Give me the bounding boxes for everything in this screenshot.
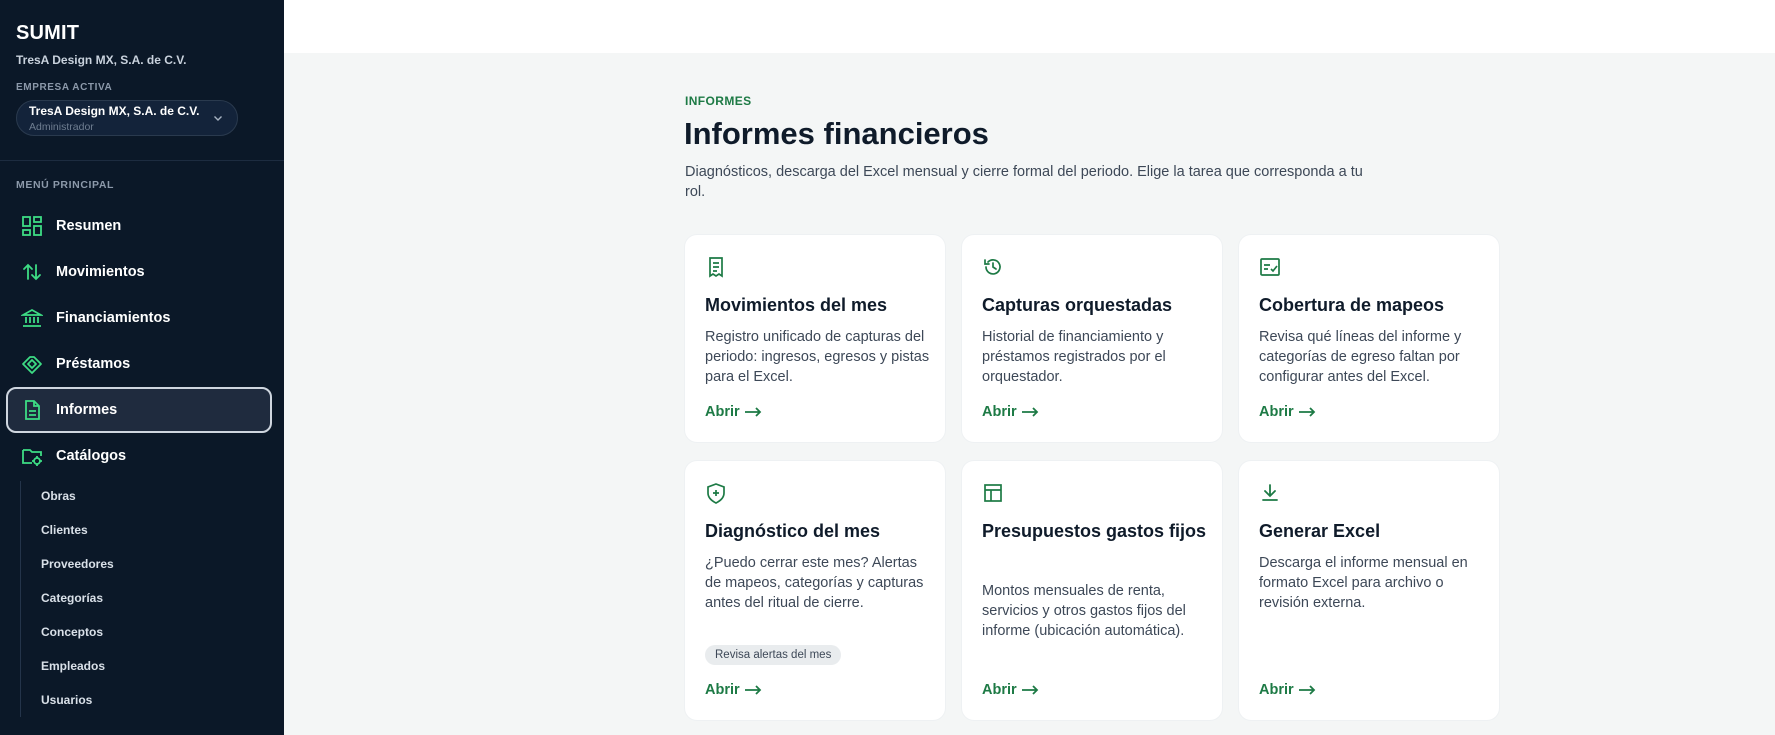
card-description: Revisa qué líneas del informe y categorí…	[1259, 329, 1462, 385]
sidebar-item-prestamos[interactable]: Préstamos	[6, 341, 272, 387]
company-selector[interactable]: TresA Design MX, S.A. de C.V. Administra…	[16, 100, 238, 136]
top-bar	[284, 0, 1775, 53]
report-card-generar-excel[interactable]: Generar Excel Descarga el informe mensua…	[1239, 461, 1499, 720]
receipt-icon	[709, 257, 723, 278]
card-open-link[interactable]: Abrir	[705, 682, 762, 698]
page-eyebrow: INFORMES	[685, 94, 752, 108]
subnav-item-obras[interactable]: Obras	[41, 489, 76, 503]
report-card-diagnostico[interactable]: Diagnóstico del mes ¿Puedo cerrar este m…	[685, 461, 945, 720]
company-label: EMPRESA ACTIVA	[16, 82, 113, 93]
card-description: Historial de financiamiento y préstamos …	[982, 329, 1166, 385]
sidebar-item-financiamientos[interactable]: Financiamientos	[6, 295, 272, 341]
history-icon	[984, 259, 1001, 275]
sidebar-divider	[0, 160, 284, 161]
handshake-icon	[22, 356, 42, 374]
subnav-line	[20, 481, 21, 717]
company-selector-role: Administrador	[29, 121, 94, 133]
shield-plus-icon	[707, 483, 725, 504]
card-title: Generar Excel	[1259, 521, 1381, 541]
arrows-updown-icon	[23, 263, 41, 281]
sidebar: SUMIT TresA Design MX, S.A. de C.V. EMPR…	[0, 0, 284, 735]
report-card-cobertura[interactable]: Cobertura de mapeos Revisa qué líneas de…	[1239, 235, 1499, 442]
sidebar-item-label: Préstamos	[56, 356, 131, 372]
card-open-label: Abrir	[1259, 404, 1294, 420]
subnav-item-empleados[interactable]: Empleados	[41, 659, 105, 673]
report-card-presupuestos[interactable]: Presupuestos gastos fijos Montos mensual…	[962, 461, 1222, 720]
sidebar-item-label: Financiamientos	[56, 310, 171, 326]
sidebar-item-label: Movimientos	[56, 264, 145, 280]
sidebar-item-resumen[interactable]: Resumen	[6, 203, 272, 249]
page-description: Diagnósticos, descarga del Excel mensual…	[685, 164, 1363, 200]
card-description: Montos mensuales de renta, servicios y o…	[982, 583, 1186, 639]
menu-label: MENÚ PRINCIPAL	[16, 179, 115, 191]
arrow-right-icon	[1298, 685, 1315, 695]
card-open-link[interactable]: Abrir	[982, 404, 1039, 420]
alert-badge: Revisa alertas del mes	[705, 645, 842, 665]
sidebar-item-label: Informes	[56, 402, 118, 418]
subnav-item-conceptos[interactable]: Conceptos	[41, 625, 103, 639]
sidebar-item-informes[interactable]: Informes	[6, 387, 272, 433]
sidebar-item-label: Resumen	[56, 218, 122, 234]
card-open-label: Abrir	[1259, 682, 1294, 698]
subnav-item-categorias[interactable]: Categorías	[41, 591, 103, 605]
table-icon	[984, 484, 1002, 502]
card-title: Presupuestos gastos fijos	[982, 521, 1207, 541]
card-open-label: Abrir	[705, 404, 740, 420]
card-open-link[interactable]: Abrir	[982, 682, 1039, 698]
card-title: Cobertura de mapeos	[1259, 295, 1445, 315]
card-title: Diagnóstico del mes	[705, 521, 881, 541]
arrow-right-icon	[1021, 407, 1038, 417]
card-title: Movimientos del mes	[705, 295, 888, 315]
folder-gear-icon	[22, 449, 42, 466]
card-description: ¿Puedo cerrar este mes? Alertas de mapeo…	[705, 555, 924, 611]
sidebar-item-catalogos[interactable]: Catálogos	[6, 433, 272, 479]
subnav-item-proveedores[interactable]: Proveedores	[41, 557, 114, 571]
sidebar-item-movimientos[interactable]: Movimientos	[6, 249, 272, 295]
card-open-link[interactable]: Abrir	[1259, 682, 1316, 698]
dashboard-icon	[22, 216, 42, 236]
arrow-right-icon	[1298, 407, 1315, 417]
card-description: Descarga el informe mensual en formato E…	[1259, 555, 1468, 611]
card-open-label: Abrir	[982, 682, 1017, 698]
arrow-right-icon	[744, 685, 761, 695]
company-name: TresA Design MX, S.A. de C.V.	[16, 53, 187, 67]
report-card-movimientos[interactable]: Movimientos del mes Registro unificado d…	[685, 235, 945, 442]
card-open-label: Abrir	[982, 404, 1017, 420]
page-title: Informes financieros	[684, 116, 989, 151]
arrow-right-icon	[1021, 685, 1038, 695]
arrow-right-icon	[744, 407, 761, 417]
document-icon	[25, 400, 40, 420]
subnav-item-usuarios[interactable]: Usuarios	[41, 693, 92, 707]
download-icon	[1262, 484, 1278, 501]
chevron-down-icon	[214, 116, 222, 121]
sidebar-item-label: Catálogos	[56, 448, 127, 464]
card-open-link[interactable]: Abrir	[1259, 404, 1316, 420]
card-open-link[interactable]: Abrir	[705, 404, 762, 420]
card-open-label: Abrir	[705, 682, 740, 698]
company-selector-name: TresA Design MX, S.A. de C.V.	[29, 104, 200, 118]
card-description: Registro unificado de capturas del perio…	[705, 329, 930, 385]
report-card-capturas[interactable]: Capturas orquestadas Historial de financ…	[962, 235, 1222, 442]
checklist-icon	[1260, 258, 1280, 276]
bank-icon	[21, 308, 43, 327]
card-title: Capturas orquestadas	[982, 295, 1173, 315]
brand-logo: SUMIT	[16, 22, 80, 44]
subnav-item-clientes[interactable]: Clientes	[41, 523, 88, 537]
